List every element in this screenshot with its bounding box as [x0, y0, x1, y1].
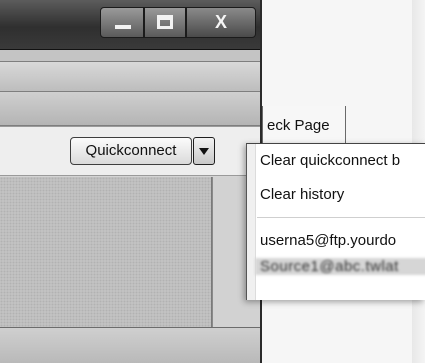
menu-item-clear-quickconnect[interactable]: Clear quickconnect b: [260, 152, 400, 169]
message-log-pane: [0, 177, 212, 327]
toolbar: [0, 62, 260, 92]
chevron-down-icon: [199, 148, 209, 155]
maximize-button[interactable]: [144, 7, 186, 38]
menu-item-history-entry[interactable]: userna5@ftp.yourdo: [260, 232, 396, 249]
menu-bar: [0, 50, 260, 62]
title-bar: X: [0, 0, 260, 50]
app-window: X: [0, 0, 262, 363]
menu-separator: [257, 217, 425, 218]
menu-item-clear-history[interactable]: Clear history: [260, 186, 344, 203]
quickconnect-menu: Clear quickconnect b Clear history usern…: [246, 143, 425, 300]
address-bar: [0, 92, 260, 126]
minimize-icon: [115, 25, 131, 29]
close-button[interactable]: X: [186, 7, 256, 38]
close-icon: X: [214, 12, 227, 32]
tab-check-page[interactable]: eck Page: [262, 106, 346, 146]
menu-item-history-entry-obscured[interactable]: Source1@abc.twlat: [255, 258, 425, 275]
menu-gutter: [247, 144, 256, 300]
minimize-button[interactable]: [100, 7, 144, 38]
quickconnect-button[interactable]: Quickconnect: [70, 137, 192, 165]
maximize-icon: [157, 15, 173, 29]
status-bar: [0, 327, 260, 363]
quickconnect-dropdown-button[interactable]: [193, 137, 215, 165]
